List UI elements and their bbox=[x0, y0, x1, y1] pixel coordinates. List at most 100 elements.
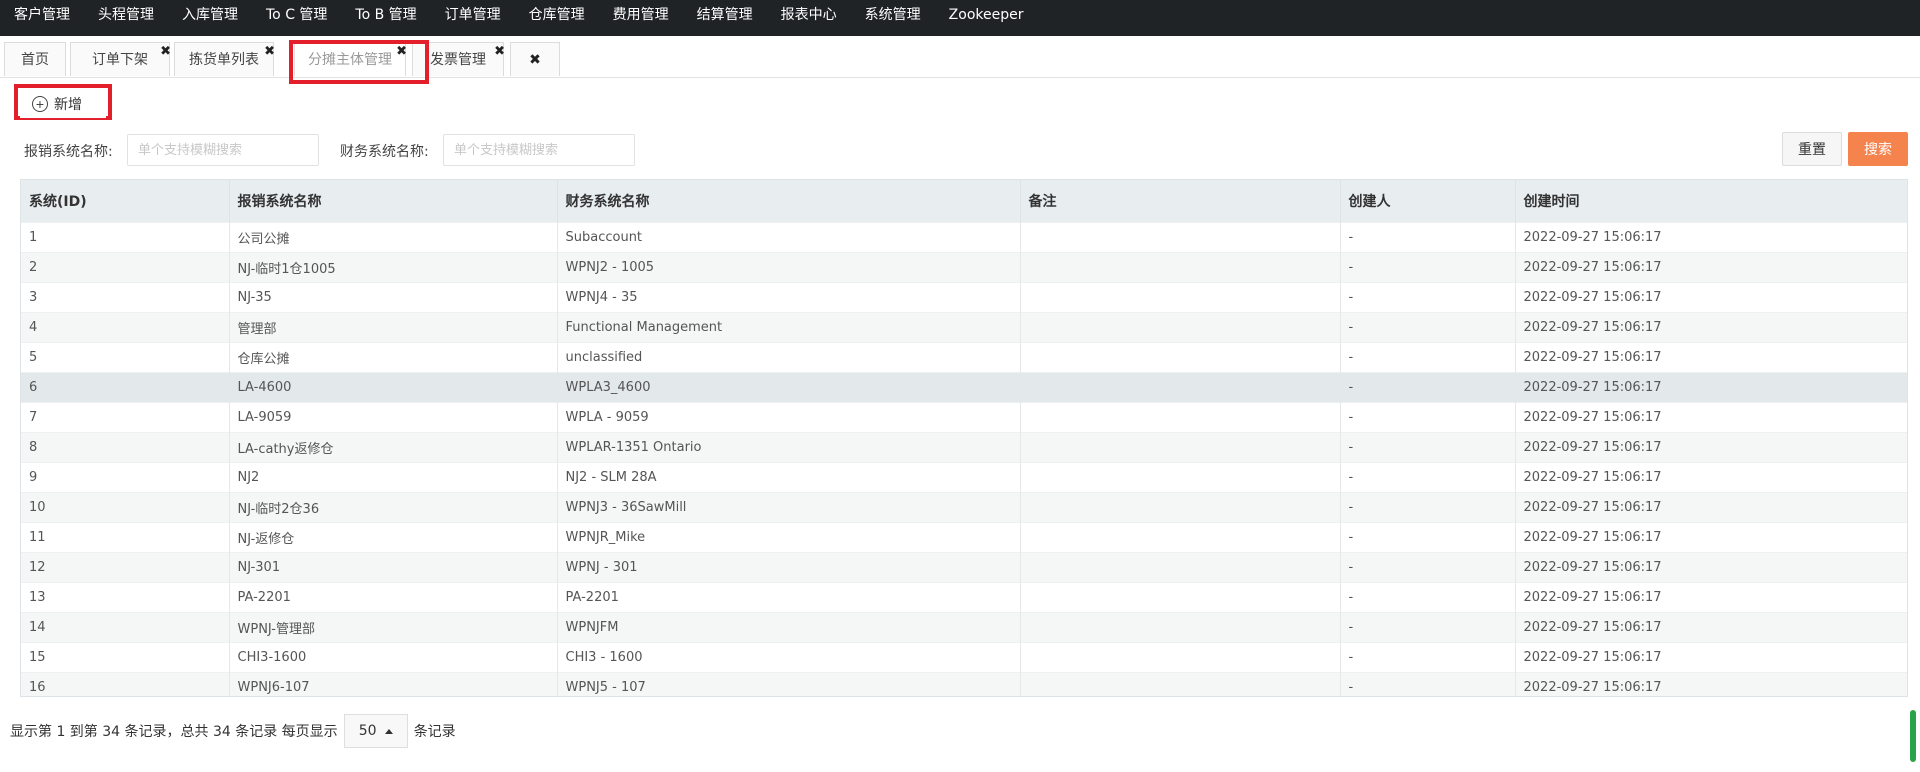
tab-picklist[interactable]: 拣货单列表 ✖ bbox=[174, 42, 275, 76]
cell-reimb-name: NJ-301 bbox=[229, 551, 558, 582]
cell-fin-name: WPNJFM bbox=[557, 611, 1021, 642]
top-nav: 客户管理 头程管理 入库管理 To C 管理 To B 管理 订单管理 仓库管理… bbox=[0, 0, 1920, 36]
cell-id: 10 bbox=[21, 491, 230, 522]
reset-button[interactable]: 重置 bbox=[1782, 132, 1842, 166]
cell-fin-name: WPLA - 9059 bbox=[557, 401, 1021, 432]
close-icon[interactable]: ✖ bbox=[160, 35, 171, 69]
tab-allocation-entity[interactable]: 分摊主体管理 ✖ bbox=[294, 42, 407, 76]
data-table[interactable]: 系统(ID) 报销系统名称 财务系统名称 备注 创建人 创建时间 1 公司公摊 Su… bbox=[20, 179, 1908, 697]
cell-reimb-name: NJ2 bbox=[229, 461, 558, 492]
add-button-label: 新增 bbox=[54, 96, 82, 112]
table-row[interactable]: 13 PA-2201 PA-2201-2022-09-27 15:06:17 bbox=[21, 581, 1907, 612]
nav-item-system[interactable]: 系统管理 bbox=[851, 0, 935, 36]
cell-creator: - bbox=[1340, 311, 1516, 342]
cell-creator: - bbox=[1340, 671, 1516, 696]
cell-fin-name: WPLAR-1351 Ontario bbox=[557, 431, 1021, 462]
cell-created-time: 2022-09-27 15:06:17 bbox=[1515, 371, 1907, 402]
col-header-fin-name[interactable]: 财务系统名称 bbox=[557, 180, 1021, 222]
table-row[interactable]: 12 NJ-301 WPNJ - 301 -2022-09-27 15:06:17 bbox=[21, 551, 1907, 582]
plus-circle-icon: + bbox=[32, 96, 48, 112]
cell-id: 1 bbox=[21, 221, 230, 252]
tab-home[interactable]: 首页 bbox=[4, 42, 66, 76]
nav-item-first-leg[interactable]: 头程管理 bbox=[84, 0, 168, 36]
cell-created-time: 2022-09-27 15:06:17 bbox=[1515, 251, 1907, 282]
cell-remark bbox=[1020, 491, 1341, 522]
cell-creator: - bbox=[1340, 491, 1516, 522]
close-icon[interactable]: ✖ bbox=[494, 35, 505, 69]
cell-fin-name: NJ2 - SLM 28A bbox=[557, 461, 1021, 492]
table-row[interactable]: 14 WPNJ-管理部 WPNJFM -2022-09-27 15:06:17 bbox=[21, 611, 1907, 642]
cell-creator: - bbox=[1340, 251, 1516, 282]
reimb-system-input[interactable] bbox=[127, 134, 319, 166]
cell-id: 14 bbox=[21, 611, 230, 642]
cell-reimb-name: NJ-临时1仓1005 bbox=[229, 251, 558, 282]
cell-id: 13 bbox=[21, 581, 230, 612]
nav-item-warehouse[interactable]: 仓库管理 bbox=[515, 0, 599, 36]
table-row[interactable]: 9 NJ2 NJ2 - SLM 28A -2022-09-27 15:06:17 bbox=[21, 461, 1907, 492]
tab-invoice[interactable]: 发票管理 ✖ bbox=[412, 42, 505, 76]
cell-reimb-name: LA-4600 bbox=[229, 371, 558, 402]
cell-reimb-name: NJ-临时2仓36 bbox=[229, 491, 558, 522]
nav-item-fees[interactable]: 费用管理 bbox=[599, 0, 683, 36]
close-icon[interactable]: ✖ bbox=[264, 35, 275, 69]
table-row[interactable]: 15 CHI3-1600 CHI3 - 1600 -2022-09-27 15:06:… bbox=[21, 641, 1907, 672]
cell-creator: - bbox=[1340, 221, 1516, 252]
cell-creator: - bbox=[1340, 371, 1516, 402]
close-icon: ✖ bbox=[529, 52, 541, 68]
cell-id: 9 bbox=[21, 461, 230, 492]
cell-creator: - bbox=[1340, 521, 1516, 552]
table-row[interactable]: 11 NJ-返修仓 WPNJR_Mike -2022-09-27 15:06:17 bbox=[21, 521, 1907, 552]
nav-item-tob[interactable]: To B 管理 bbox=[341, 0, 430, 36]
add-button[interactable]: + 新增 bbox=[20, 90, 106, 118]
table-row[interactable]: 2 NJ-临时1仓1005 WPNJ2 - 1005 -2022-09-27 15:0… bbox=[21, 251, 1907, 282]
cell-fin-name: WPNJ5 - 107 bbox=[557, 671, 1021, 696]
nav-item-zookeeper[interactable]: Zookeeper bbox=[935, 0, 1038, 36]
cell-id: 8 bbox=[21, 431, 230, 462]
nav-item-orders[interactable]: 订单管理 bbox=[431, 0, 515, 36]
scrollbar-thumb[interactable] bbox=[1910, 710, 1916, 762]
nav-item-settlement[interactable]: 结算管理 bbox=[683, 0, 767, 36]
search-button[interactable]: 搜索 bbox=[1848, 132, 1908, 166]
cell-id: 7 bbox=[21, 401, 230, 432]
cell-remark bbox=[1020, 641, 1341, 672]
nav-item-inbound[interactable]: 入库管理 bbox=[168, 0, 252, 36]
cell-created-time: 2022-09-27 15:06:17 bbox=[1515, 311, 1907, 342]
close-icon[interactable]: ✖ bbox=[396, 35, 407, 69]
tab-order-offshelf[interactable]: 订单下架 ✖ bbox=[70, 42, 171, 76]
col-header-creator[interactable]: 创建人 bbox=[1340, 180, 1516, 222]
page-size-select[interactable]: 50 bbox=[343, 714, 408, 748]
col-header-reimb-name[interactable]: 报销系统名称 bbox=[229, 180, 558, 222]
cell-creator: - bbox=[1340, 641, 1516, 672]
caret-up-icon bbox=[384, 728, 393, 734]
table-row[interactable]: 3 NJ-35 WPNJ4 - 35 -2022-09-27 15:06:17 bbox=[21, 281, 1907, 312]
table-row[interactable]: 6 LA-4600 WPLA3_4600 -2022-09-27 15:06:17 bbox=[21, 371, 1907, 402]
cell-created-time: 2022-09-27 15:06:17 bbox=[1515, 551, 1907, 582]
nav-item-toc[interactable]: To C 管理 bbox=[252, 0, 341, 36]
cell-creator: - bbox=[1340, 611, 1516, 642]
cell-remark bbox=[1020, 281, 1341, 312]
col-header-id[interactable]: 系统(ID) bbox=[21, 180, 230, 222]
cell-id: 15 bbox=[21, 641, 230, 672]
close-all-tabs-button[interactable]: ✖ bbox=[510, 42, 560, 76]
nav-item-reports[interactable]: 报表中心 bbox=[767, 0, 851, 36]
tab-label: 拣货单列表 bbox=[189, 52, 259, 68]
fin-system-input[interactable] bbox=[443, 134, 635, 166]
table-row[interactable]: 4 管理部 Functional Management -2022-09-27 15:… bbox=[21, 311, 1907, 342]
table-row[interactable]: 10 NJ-临时2仓36 WPNJ3 - 36SawMill -2022-09-27 … bbox=[21, 491, 1907, 522]
table-row[interactable]: 8 LA-cathy返修仓 WPLAR-1351 Ontario -2022-09-2… bbox=[21, 431, 1907, 462]
table-row[interactable]: 1 公司公摊 Subaccount -2022-09-27 15:06:17 bbox=[21, 221, 1907, 252]
nav-item-customer[interactable]: 客户管理 bbox=[0, 0, 84, 36]
cell-id: 12 bbox=[21, 551, 230, 582]
col-header-remark[interactable]: 备注 bbox=[1020, 180, 1341, 222]
cell-reimb-name: CHI3-1600 bbox=[229, 641, 558, 672]
cell-remark bbox=[1020, 551, 1341, 582]
cell-creator: - bbox=[1340, 551, 1516, 582]
cell-fin-name: WPNJ2 - 1005 bbox=[557, 251, 1021, 282]
table-row[interactable]: 7 LA-9059 WPLA - 9059 -2022-09-27 15:06:17 bbox=[21, 401, 1907, 432]
col-header-created-time[interactable]: 创建时间 bbox=[1515, 180, 1907, 222]
table-row[interactable]: 16 WPNJ6-107 WPNJ5 - 107 -2022-09-27 15:06:… bbox=[21, 671, 1907, 696]
cell-id: 16 bbox=[21, 671, 230, 696]
cell-created-time: 2022-09-27 15:06:17 bbox=[1515, 221, 1907, 252]
cell-id: 2 bbox=[21, 251, 230, 282]
table-row[interactable]: 5 仓库公摊 unclassified -2022-09-27 15:06:17 bbox=[21, 341, 1907, 372]
